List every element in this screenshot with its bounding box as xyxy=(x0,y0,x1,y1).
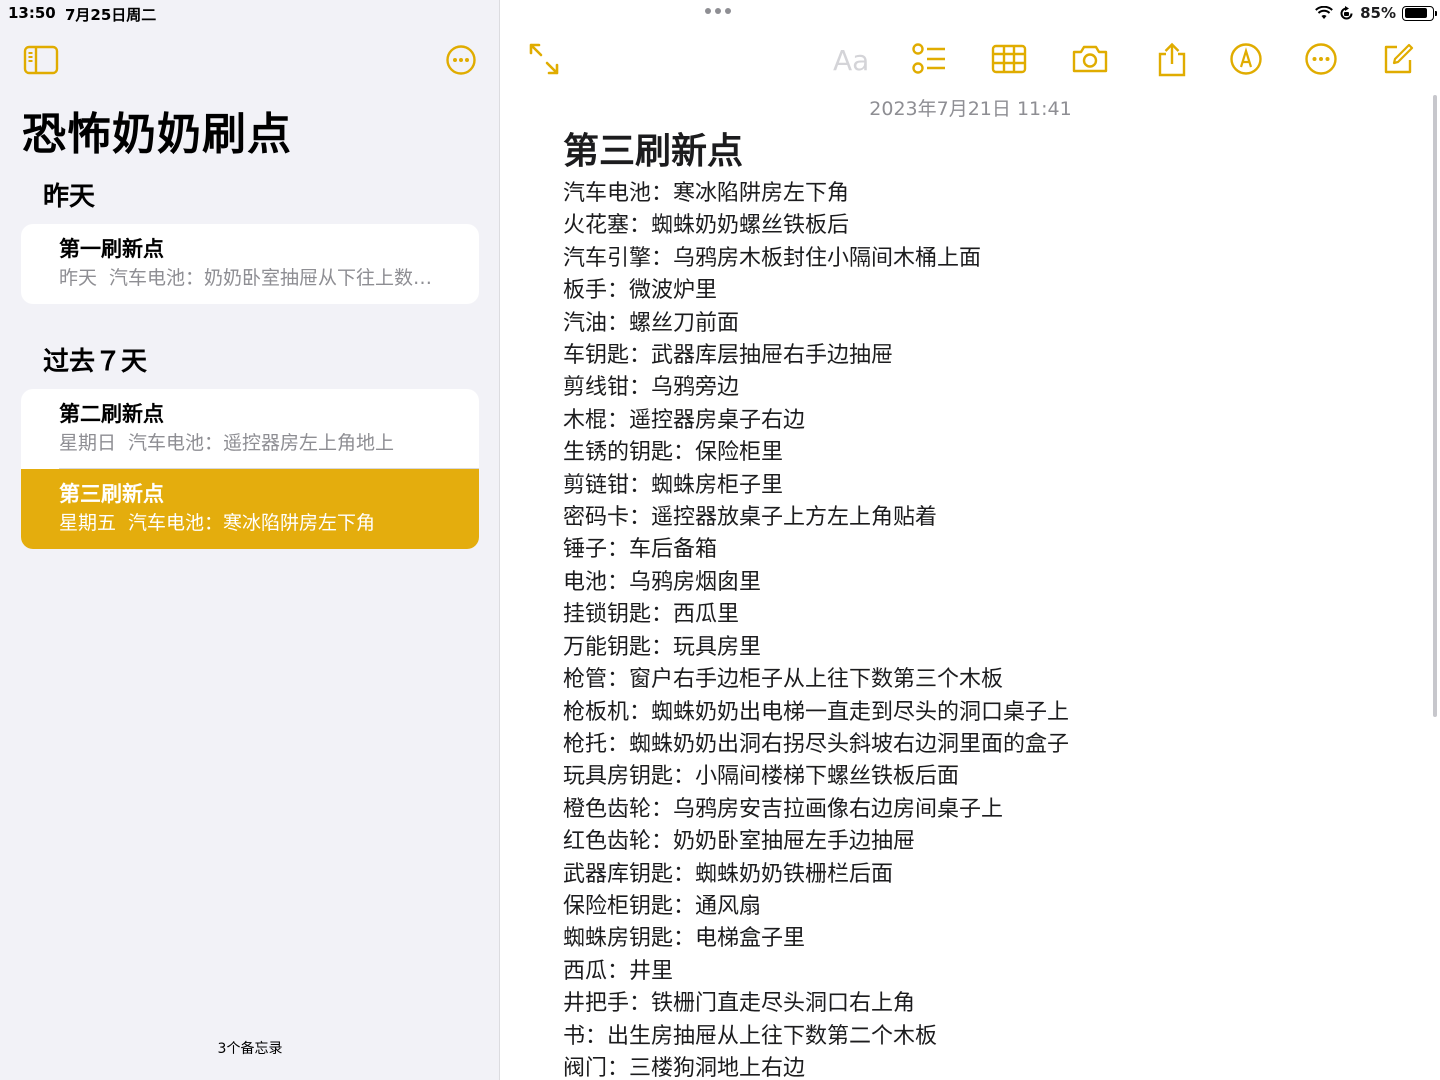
notes-group-past-7-days: 第二刷新点 星期日 汽车电池：遥控器房左上角地上 第三刷新点 星期五 汽车电池：寒冰… xyxy=(21,389,479,549)
note-date: 昨天 xyxy=(59,267,98,289)
note-editor: Aa 2023年7月21日 11:41 第三刷新点 汽车电池：寒冰陷阱房左下角 … xyxy=(501,0,1440,1080)
notes-group-yesterday: 第一刷新点 昨天 汽车电池：奶奶卧室抽屉从下往上数… xyxy=(21,224,479,304)
note-line: 剪链钳：蜘蛛房柜子里 xyxy=(563,472,784,498)
note-line: 锤子：车后备箱 xyxy=(563,537,718,563)
section-header-past-7-days: 过去７天 xyxy=(43,347,148,377)
note-line: 电池：乌鸦房烟囱里 xyxy=(563,569,762,595)
note-count: 3个备忘录 xyxy=(217,1041,283,1057)
note-list-item[interactable]: 第一刷新点 昨天 汽车电池：奶奶卧室抽屉从下往上数… xyxy=(21,224,479,304)
scrollbar[interactable] xyxy=(1433,95,1437,717)
note-line: 板手：微波炉里 xyxy=(563,278,718,304)
note-line: 书：出生房抽屉从上往下数第二个木板 xyxy=(563,1023,938,1049)
note-line: 密码卡：遥控器放桌子上方左上角贴着 xyxy=(563,505,938,531)
orientation-lock-icon xyxy=(1340,5,1353,19)
notes-sidebar: 恐怖奶奶刷点 昨天 第一刷新点 昨天 汽车电池：奶奶卧室抽屉从下往上数… 过去７天… xyxy=(0,0,500,1080)
note-date: 星期五 xyxy=(59,512,117,534)
note-list-item-selected[interactable]: 第三刷新点 星期五 汽车电池：寒冰陷阱房左下角 xyxy=(21,469,479,549)
note-line: 武器库钥匙：蜘蛛奶奶铁栅栏后面 xyxy=(563,861,894,887)
table-icon[interactable] xyxy=(991,42,1027,80)
note-preview: 汽车电池：遥控器房左上角地上 xyxy=(128,432,395,454)
note-line: 木棍：遥控器房桌子右边 xyxy=(563,407,806,433)
compose-icon[interactable] xyxy=(1381,42,1415,80)
note-line: 西瓜：井里 xyxy=(563,958,674,984)
note-lines: 汽车电池：寒冰陷阱房左下角 火花塞：蜘蛛奶奶螺丝铁板后汽车引擎：乌鸦房木板封住小隔… xyxy=(563,178,1403,1080)
note-line: 枪板机：蜘蛛奶奶出电梯一直走到尽头的洞口桌子上 xyxy=(563,699,1070,725)
note-line: 火花塞：蜘蛛奶奶螺丝铁板后 xyxy=(563,213,850,239)
note-meta: 星期日 汽车电池：遥控器房左上角地上 xyxy=(59,428,459,458)
sidebar-more-icon[interactable] xyxy=(445,44,477,80)
note-title: 第二刷新点 xyxy=(59,402,164,426)
note-line: 红色齿轮：奶奶卧室抽屉左手边抽屉 xyxy=(563,829,916,855)
battery-percent: 85% xyxy=(1360,4,1396,22)
section-header-yesterday: 昨天 xyxy=(43,182,96,212)
note-title: 第三刷新点 xyxy=(59,482,164,506)
camera-icon[interactable] xyxy=(1071,42,1109,80)
share-icon[interactable] xyxy=(1156,42,1188,82)
note-line: 剪线钳：乌鸦旁边 xyxy=(563,375,740,401)
note-title: 第一刷新点 xyxy=(59,237,164,261)
status-indicators: 85% xyxy=(1315,4,1437,22)
note-line: 蜘蛛房钥匙：电梯盒子里 xyxy=(563,926,806,952)
note-line: 枪托：蜘蛛奶奶出洞右拐尽头斜坡右边洞里面的盒子 xyxy=(563,731,1070,757)
note-meta: 昨天 汽车电池：奶奶卧室抽屉从下往上数… xyxy=(59,263,459,293)
note-date: 星期日 xyxy=(59,432,117,454)
note-line: 万能钥匙：玩具房里 xyxy=(563,634,762,660)
note-line: 井把手：铁栅门直走尽头洞口右上角 xyxy=(563,991,916,1017)
wifi-icon xyxy=(1315,6,1333,19)
note-timestamp: 2023年7月21日 11:41 xyxy=(869,98,1072,120)
note-preview: 汽车电池：奶奶卧室抽屉从下往上数… xyxy=(109,267,433,289)
more-icon[interactable] xyxy=(1304,42,1338,80)
note-list-item[interactable]: 第二刷新点 星期日 汽车电池：遥控器房左上角地上 xyxy=(21,389,479,469)
note-preview: 汽车电池：寒冰陷阱房左下角 xyxy=(128,512,376,534)
status-date: 7月25日周二 xyxy=(65,6,157,24)
battery-fill xyxy=(1404,8,1428,18)
expand-icon[interactable] xyxy=(528,42,560,80)
note-line: 车钥匙：武器库层抽屉右手边抽屉 xyxy=(563,343,894,369)
status-bar: 13:50 7月25日周二 85% xyxy=(0,0,1440,28)
note-line: 橙色齿轮：乌鸦房安吉拉画像右边房间桌子上 xyxy=(563,796,1004,822)
note-line: 生锈的钥匙：保险柜里 xyxy=(563,440,784,466)
note-line: 保险柜钥匙：通风扇 xyxy=(563,893,762,919)
note-heading: 第三刷新点 xyxy=(563,131,744,172)
battery-icon xyxy=(1402,5,1437,21)
format-text-button[interactable]: Aa xyxy=(833,44,869,77)
note-line: 汽油：螺丝刀前面 xyxy=(563,310,740,336)
note-content[interactable]: 第三刷新点 汽车电池：寒冰陷阱房左下角 火花塞：蜘蛛奶奶螺丝铁板后汽车引擎：乌鸦房… xyxy=(563,128,1403,1080)
note-meta: 星期五 汽车电池：寒冰陷阱房左下角 xyxy=(59,508,459,538)
checklist-icon[interactable] xyxy=(912,42,946,80)
note-line: 汽车引擎：乌鸦房木板封住小隔间木桶上面 xyxy=(563,245,982,271)
note-line: 玩具房钥匙：小隔间楼梯下螺丝铁板后面 xyxy=(563,764,960,790)
folder-title: 恐怖奶奶刷点 xyxy=(22,109,292,160)
note-line: 挂锁钥匙：西瓜里 xyxy=(563,602,740,628)
note-line: 阀门：三楼狗洞地上右边 xyxy=(563,1055,806,1080)
sidebar-toggle-icon[interactable] xyxy=(23,45,59,79)
markup-icon[interactable] xyxy=(1229,42,1263,80)
status-time: 13:50 xyxy=(8,4,56,22)
note-line: 汽车电池：寒冰陷阱房左下角 xyxy=(563,181,850,206)
note-line: 枪管：窗户右手边柜子从上往下数第三个木板 xyxy=(563,667,1004,693)
